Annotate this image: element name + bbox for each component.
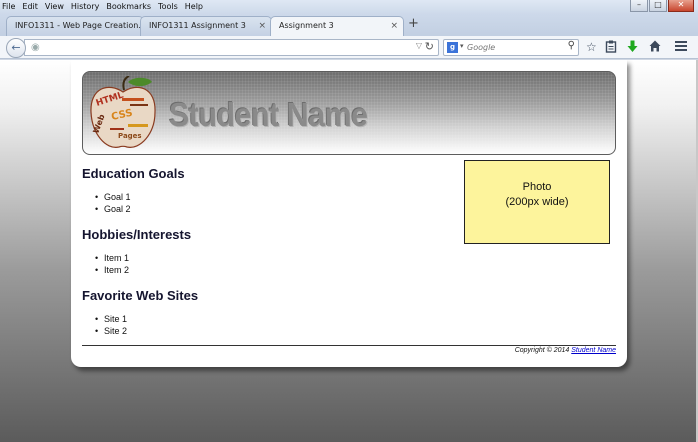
tab-label: INFO1311 - Web Page Creation...	[15, 21, 144, 30]
tab-strip: INFO1311 - Web Page Creation... INFO1311…	[0, 14, 698, 36]
tab-info1311-assignment-3[interactable]: INFO1311 Assignment 3 ×	[140, 16, 272, 36]
apple-word: Pages	[118, 132, 142, 140]
section-title-education: Education Goals	[82, 166, 185, 181]
google-engine-icon[interactable]: g	[447, 42, 458, 53]
navigation-bar: ◉ ▽ ↻ ← g ▾ ⚲ ☆	[0, 36, 698, 59]
back-button[interactable]: ←	[6, 38, 26, 58]
photo-placeholder: Photo (200px wide)	[464, 160, 610, 244]
section-title-hobbies: Hobbies/Interests	[82, 227, 192, 242]
section-title-web-sites: Favorite Web Sites	[82, 288, 199, 303]
menu-icon[interactable]	[675, 40, 687, 54]
globe-icon: ◉	[31, 42, 40, 53]
footer-divider	[82, 345, 616, 346]
footer: Copyright © 2014 Student Name	[515, 347, 616, 354]
search-bar: g ▾ ⚲	[443, 39, 579, 56]
header-banner: HTML CSS Web Pages Student Name	[82, 71, 616, 155]
tab-web-page-creation[interactable]: INFO1311 - Web Page Creation...	[6, 16, 144, 36]
menu-file[interactable]: File	[2, 1, 15, 12]
engine-dropdown-icon[interactable]: ▾	[460, 42, 464, 50]
list-item: Item 2	[95, 265, 129, 277]
download-icon[interactable]	[627, 40, 638, 56]
star-icon[interactable]: ☆	[586, 40, 597, 54]
new-tab-button[interactable]: +	[408, 16, 419, 31]
list-item: Site 2	[95, 326, 127, 338]
footer-student-name-link[interactable]: Student Name	[571, 347, 616, 354]
list-item: Goal 2	[95, 204, 130, 216]
minimize-button[interactable]: –	[630, 0, 648, 12]
close-window-button[interactable]: ✕	[668, 0, 694, 12]
list-item: Site 1	[95, 314, 127, 326]
back-icon: ←	[11, 41, 21, 54]
clipboard-icon[interactable]	[605, 40, 617, 56]
photo-size-label: (200px wide)	[505, 196, 569, 208]
title-bar: File Edit View History Bookmarks Tools H…	[0, 0, 698, 14]
footer-copyright: Copyright © 2014	[514, 347, 572, 354]
url-bar[interactable]: ◉ ▽ ↻	[24, 39, 439, 56]
reload-icon[interactable]: ↻	[425, 40, 434, 53]
tab-close-icon[interactable]: ×	[258, 17, 266, 35]
search-input[interactable]	[467, 41, 559, 54]
menu-history[interactable]: History	[71, 1, 99, 12]
menu-help[interactable]: Help	[185, 1, 203, 12]
window-controls: – □ ✕	[630, 0, 694, 12]
menu-bar: File Edit View History Bookmarks Tools H…	[2, 1, 203, 12]
tab-label: INFO1311 Assignment 3	[149, 21, 246, 30]
list-item: Goal 1	[95, 192, 130, 204]
menu-bookmarks[interactable]: Bookmarks	[106, 1, 151, 12]
tab-label: Assignment 3	[279, 21, 334, 30]
photo-label: Photo	[522, 181, 552, 193]
page-card: HTML CSS Web Pages Student Name Photo (2…	[71, 60, 627, 367]
menu-edit[interactable]: Edit	[22, 1, 38, 12]
hobbies-list: Item 1 Item 2	[95, 253, 129, 277]
home-icon[interactable]	[649, 40, 661, 55]
page-viewport: HTML CSS Web Pages Student Name Photo (2…	[0, 60, 698, 442]
apple-logo: HTML CSS Web Pages	[90, 76, 156, 148]
education-goals-list: Goal 1 Goal 2	[95, 192, 130, 216]
banner-title: Student Name	[169, 96, 368, 133]
tab-assignment-3[interactable]: Assignment 3 ×	[270, 16, 404, 36]
maximize-button[interactable]: □	[649, 0, 667, 12]
tab-close-icon[interactable]: ×	[390, 17, 398, 35]
dropdown-icon[interactable]: ▽	[416, 41, 422, 50]
search-icon[interactable]: ⚲	[568, 40, 575, 51]
menu-view[interactable]: View	[45, 1, 64, 12]
list-item: Item 1	[95, 253, 129, 265]
web-sites-list: Site 1 Site 2	[95, 314, 127, 338]
menu-tools[interactable]: Tools	[158, 1, 178, 12]
